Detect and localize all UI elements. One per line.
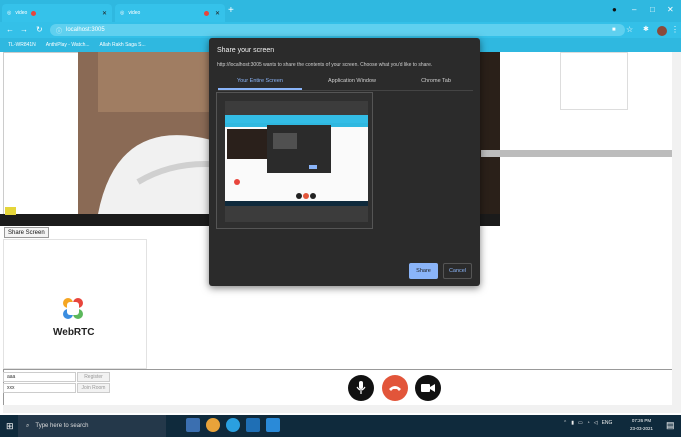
room-input[interactable]: xxx <box>3 383 76 393</box>
tab-title: video <box>15 10 28 16</box>
profile-dot-icon[interactable]: ● <box>612 5 617 14</box>
bookmark-item[interactable]: Allah Rakh Saga S... <box>100 42 146 48</box>
network-icon[interactable]: ◔ <box>587 420 590 426</box>
vertical-scrollbar[interactable] <box>672 52 681 405</box>
hang-up-phone-icon <box>389 386 401 391</box>
dialog-title: Share your screen <box>217 47 275 54</box>
share-button[interactable]: Share <box>409 263 438 279</box>
minimize-icon[interactable]: – <box>632 5 636 14</box>
camera-indicator-icon[interactable]: ■ <box>612 27 616 33</box>
back-icon[interactable]: ← <box>6 25 14 34</box>
menu-icon[interactable]: ⋮ <box>671 25 679 34</box>
microphone-icon <box>356 381 366 394</box>
browser-tab-1[interactable]: ◎ video ✕ <box>2 4 112 22</box>
cancel-button[interactable]: Cancel <box>443 263 472 279</box>
extension-icon[interactable]: ✱ <box>643 25 649 33</box>
divider <box>481 150 681 157</box>
join-room-button[interactable]: Join Room <box>77 383 110 393</box>
screen-thumbnail-image <box>225 101 368 222</box>
battery-icon[interactable]: ▭ <box>578 420 583 426</box>
taskbar-search[interactable]: ⌕ Type here to search <box>18 415 166 437</box>
taskbar-clock[interactable]: 07:26 PM 23-03-2021 <box>630 417 653 433</box>
avatar[interactable] <box>657 26 667 36</box>
microphone-tray-icon[interactable]: ▮ <box>571 420 574 426</box>
mute-mic-button[interactable] <box>348 375 374 401</box>
tab-divider <box>218 90 473 91</box>
browser-tab-2[interactable]: ◎ video ✕ <box>115 4 225 22</box>
recording-indicator-icon <box>203 10 209 16</box>
tab-entire-screen[interactable]: Your Entire Screen <box>218 78 302 84</box>
register-button[interactable]: Register <box>77 372 110 382</box>
close-tab-icon[interactable]: ✕ <box>102 10 107 17</box>
clock-date: 23-03-2021 <box>630 426 654 431</box>
chevron-up-icon[interactable]: ⌃ <box>563 420 567 426</box>
share-screen-button[interactable]: Share Screen <box>4 227 49 238</box>
info-icon: ⓘ <box>56 28 63 35</box>
bookmark-item[interactable]: TL-WR841N <box>8 42 36 48</box>
webrtc-logo-text: WebRTC <box>53 327 95 338</box>
address-bar[interactable]: ⓘ localhost:3005 <box>50 24 625 36</box>
search-icon: ⌕ <box>26 422 30 429</box>
close-window-icon[interactable]: ✕ <box>667 5 674 14</box>
edge-icon[interactable] <box>226 418 240 432</box>
search-placeholder: Type here to search <box>35 423 89 429</box>
tab-title: video <box>128 10 141 16</box>
system-tray: ⌃ ▮ ▭ ◔ ◁ ENG <box>563 420 612 426</box>
recording-indicator-icon <box>31 10 37 16</box>
app-icon[interactable] <box>246 418 260 432</box>
notifications-icon[interactable]: ▤ <box>666 420 675 431</box>
video-camera-icon <box>421 384 435 392</box>
chrome-icon[interactable] <box>206 418 220 432</box>
video-marker <box>5 207 16 215</box>
maximize-icon[interactable]: □ <box>650 5 655 14</box>
forward-icon[interactable]: → <box>20 25 28 34</box>
name-input[interactable]: aaa <box>3 372 76 382</box>
tab-application-window[interactable]: Application Window <box>310 78 394 84</box>
close-tab-icon[interactable]: ✕ <box>215 10 220 17</box>
volume-icon[interactable]: ◁ <box>594 420 598 426</box>
reload-icon[interactable]: ↻ <box>36 25 43 34</box>
camera-toggle-button[interactable] <box>415 375 441 401</box>
bookmark-item[interactable]: AnthiPlay - Watch... <box>46 42 90 48</box>
remote-video-placeholder <box>560 52 628 110</box>
webrtc-logo-icon <box>63 298 83 319</box>
new-tab-icon[interactable]: + <box>228 5 234 16</box>
tab-chrome-tab[interactable]: Chrome Tab <box>394 78 478 84</box>
clock-time: 07:26 PM <box>631 418 652 423</box>
bookmark-star-icon[interactable]: ☆ <box>626 25 633 34</box>
page-favicon-icon: ◎ <box>120 10 125 16</box>
hang-up-button[interactable] <box>382 375 408 401</box>
windows-start-icon[interactable]: ⊞ <box>6 421 14 432</box>
screen-thumbnail[interactable] <box>225 101 368 222</box>
horizontal-scrollbar[interactable] <box>3 405 681 413</box>
vscode-icon[interactable] <box>266 418 280 432</box>
page-favicon-icon: ◎ <box>7 10 12 16</box>
dialog-subtitle: http://localhost:3005 wants to share the… <box>217 62 433 68</box>
address-text: localhost:3005 <box>66 27 105 33</box>
file-explorer-icon[interactable] <box>186 418 200 432</box>
language-indicator[interactable]: ENG <box>602 420 613 426</box>
